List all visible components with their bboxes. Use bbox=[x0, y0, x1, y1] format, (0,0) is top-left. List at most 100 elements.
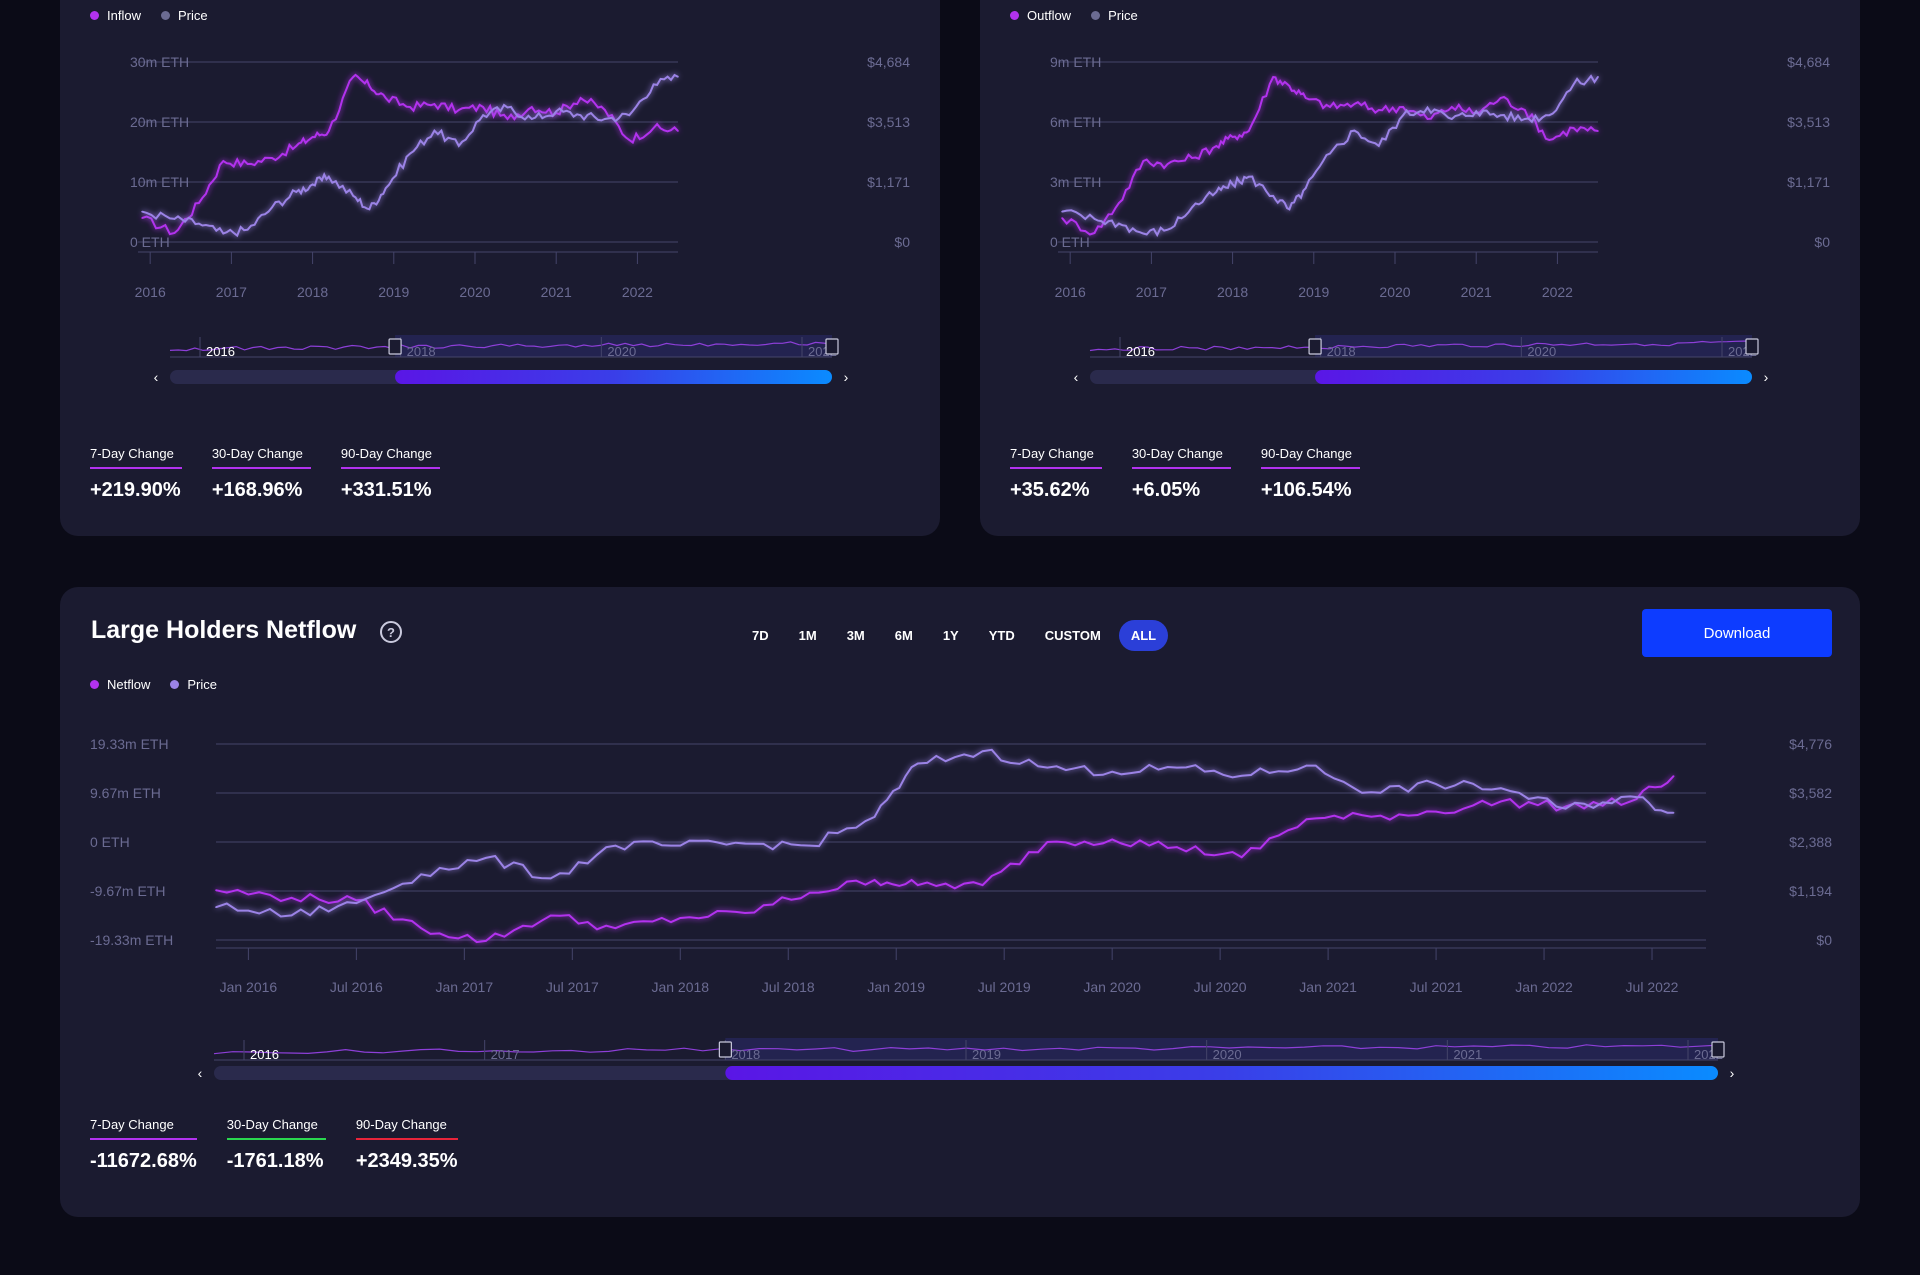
price-point bbox=[1231, 183, 1234, 186]
range-1m-button[interactable]: 1M bbox=[787, 620, 829, 651]
price-point bbox=[1564, 807, 1567, 810]
flow-point bbox=[1288, 85, 1291, 87]
y-right-tick-label: $2,388 bbox=[1789, 834, 1832, 850]
x-tick-label: Jan 2017 bbox=[436, 979, 494, 995]
x-tick-label: 2018 bbox=[1217, 284, 1248, 300]
price-series-line bbox=[141, 73, 679, 238]
flow-point bbox=[652, 127, 655, 129]
y-right-tick-label: $3,513 bbox=[1787, 114, 1830, 130]
flow-point bbox=[173, 232, 176, 234]
price-series-line bbox=[1061, 74, 1599, 238]
legend-item-netflow[interactable]: Netflow bbox=[90, 677, 150, 692]
stat-90day: 90-Day Change +2349.35% bbox=[355, 1117, 458, 1173]
range-all-button[interactable]: ALL bbox=[1118, 620, 1169, 651]
y-right-tick-label: $4,684 bbox=[1787, 54, 1830, 70]
navigator-handle bbox=[1308, 338, 1322, 355]
range-3m-button[interactable]: 3M bbox=[835, 620, 877, 651]
scrollbar-thumb bbox=[1315, 370, 1752, 384]
x-tick-label: Jul 2018 bbox=[762, 979, 815, 995]
flow-point bbox=[1500, 800, 1502, 803]
price-point bbox=[628, 114, 631, 116]
flow-point bbox=[246, 163, 249, 165]
x-tick-label: 2020 bbox=[1379, 284, 1410, 300]
x-tick-label: Jan 2022 bbox=[1515, 979, 1573, 995]
flow-point bbox=[198, 202, 200, 204]
help-icon[interactable]: ? bbox=[380, 621, 402, 643]
netflow-dot-icon bbox=[90, 680, 99, 689]
y-left-tick-label: 9.67m ETH bbox=[90, 785, 161, 801]
stat-label: 30-Day Change bbox=[1131, 446, 1231, 469]
flow-point bbox=[679, 917, 682, 919]
flow-point bbox=[873, 879, 876, 881]
price-point bbox=[1288, 208, 1291, 211]
range-1y-button[interactable]: 1Y bbox=[931, 620, 971, 651]
price-point bbox=[1215, 191, 1218, 193]
netflow-stats: 7-Day Change -11672.68% 30-Day Change -1… bbox=[90, 1117, 458, 1173]
price-point bbox=[141, 210, 143, 213]
y-left-tick-label: 10m ETH bbox=[130, 174, 189, 190]
x-tick-label: 2020 bbox=[459, 284, 490, 300]
y-right-tick-label: $0 bbox=[894, 234, 910, 250]
flow-point bbox=[222, 160, 225, 162]
flow-point bbox=[1111, 838, 1113, 841]
price-point bbox=[311, 183, 314, 186]
stat-value: +331.51% bbox=[340, 479, 432, 501]
scroll-right-icon: › bbox=[1730, 1065, 1735, 1081]
x-tick-label: 2018 bbox=[297, 284, 328, 300]
x-tick-label: Jul 2021 bbox=[1410, 979, 1463, 995]
price-point bbox=[1176, 766, 1178, 769]
price-point bbox=[1426, 106, 1429, 109]
flow-point bbox=[1166, 163, 1169, 165]
price-point bbox=[873, 816, 876, 818]
price-point bbox=[222, 232, 225, 235]
download-button[interactable]: Download bbox=[1642, 609, 1832, 657]
stat-90day: 90-Day Change +106.54% bbox=[1260, 446, 1360, 502]
flow-point bbox=[604, 109, 606, 111]
stat-7day: 7-Day Change +35.62% bbox=[1010, 446, 1102, 502]
flow-point bbox=[809, 891, 811, 894]
x-tick-label: 2021 bbox=[541, 284, 572, 300]
flow-point bbox=[368, 85, 371, 87]
inflow-stats: 7-Day Change +219.90% 30-Day Change +168… bbox=[90, 446, 440, 502]
stat-value: +6.05% bbox=[1131, 479, 1201, 501]
outflow-stats: 7-Day Change +35.62% 30-Day Change +6.05… bbox=[1010, 446, 1360, 502]
price-point bbox=[215, 906, 217, 908]
flow-point bbox=[215, 889, 217, 891]
outflow-chart: 9m ETH 6m ETH 3m ETH 0 ETH $4,684 $3,513 $1,17… bbox=[1050, 54, 1830, 385]
flow-point bbox=[1329, 106, 1331, 108]
stat-30day: 30-Day Change -1761.18% bbox=[226, 1117, 326, 1173]
legend-label: Price bbox=[187, 677, 217, 692]
price-point bbox=[1629, 795, 1632, 798]
range-custom-button[interactable]: CUSTOM bbox=[1033, 620, 1113, 651]
flow-point bbox=[384, 97, 387, 99]
navigator-label: 2016 bbox=[206, 344, 235, 359]
price-point bbox=[1597, 75, 1599, 78]
flow-point bbox=[1672, 775, 1675, 777]
legend-item-price[interactable]: Price bbox=[170, 677, 217, 692]
x-tick-label: 2019 bbox=[378, 284, 409, 300]
y-right-tick-label: $1,194 bbox=[1789, 883, 1832, 899]
price-point bbox=[1305, 764, 1308, 767]
range-ytd-button[interactable]: YTD bbox=[977, 620, 1027, 651]
stat-value: -1761.18% bbox=[226, 1150, 324, 1172]
y-right-tick-label: $0 bbox=[1814, 234, 1830, 250]
netflow-chart: 19.33m ETH 9.67m ETH 0 ETH -9.67m ETH -19.33… bbox=[90, 736, 1832, 1081]
y-left-tick-label: 0 ETH bbox=[90, 834, 130, 850]
flow-point bbox=[981, 884, 984, 886]
range-7d-button[interactable]: 7D bbox=[740, 620, 781, 651]
y-right-tick-label: $4,776 bbox=[1789, 736, 1832, 752]
navigator-label: 2018 bbox=[407, 344, 436, 359]
price-point bbox=[1142, 232, 1145, 235]
stat-30day: 30-Day Change +168.96% bbox=[211, 446, 311, 502]
navigator-label: 2019 bbox=[972, 1047, 1001, 1062]
price-point bbox=[1061, 210, 1063, 213]
flow-point bbox=[1370, 815, 1373, 818]
x-tick-label: Jul 2020 bbox=[1194, 979, 1247, 995]
x-tick-label: 2017 bbox=[1136, 284, 1167, 300]
flow-point bbox=[482, 106, 484, 108]
stat-label: 30-Day Change bbox=[226, 1117, 326, 1140]
flow-point bbox=[1451, 106, 1453, 108]
flow-point bbox=[917, 884, 919, 886]
range-6m-button[interactable]: 6M bbox=[883, 620, 925, 651]
stat-label: 7-Day Change bbox=[90, 1117, 197, 1140]
